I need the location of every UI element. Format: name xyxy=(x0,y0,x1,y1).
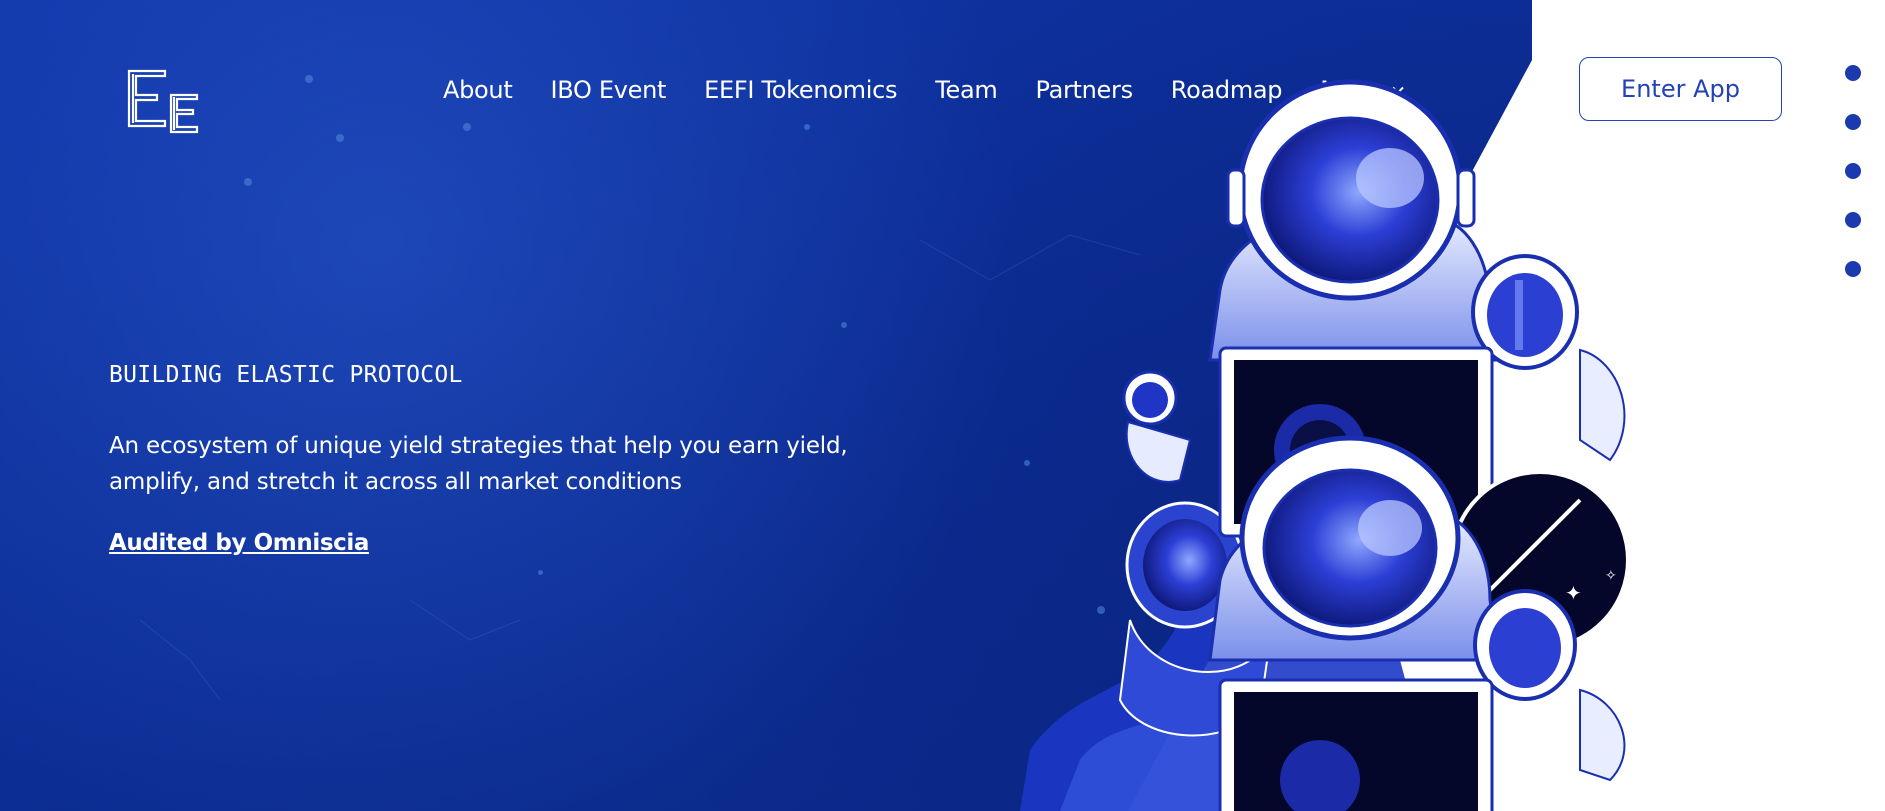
section-dot-3[interactable] xyxy=(1845,163,1861,179)
section-dot-4[interactable] xyxy=(1845,212,1861,228)
nav-ibo-event[interactable]: IBO Event xyxy=(550,76,666,104)
section-dot-2[interactable] xyxy=(1845,114,1861,130)
ee-logo[interactable] xyxy=(127,69,201,135)
nav-about[interactable]: About xyxy=(443,76,513,104)
svg-text:✧: ✧ xyxy=(1605,568,1617,584)
svg-text:✦: ✦ xyxy=(1565,581,1582,605)
hero-kicker: BUILDING ELASTIC PROTOCOL xyxy=(109,362,463,388)
nav-eefi-tokenomics[interactable]: EEFI Tokenomics xyxy=(704,76,897,104)
enter-app-button[interactable]: Enter App xyxy=(1579,57,1782,121)
landing-page: About IBO Event EEFI Tokenomics Team Par… xyxy=(0,0,1885,811)
section-dot-5[interactable] xyxy=(1845,261,1861,277)
nav-team[interactable]: Team xyxy=(935,76,998,104)
hero-lead: An ecosystem of unique yield strategies … xyxy=(109,433,848,495)
section-nav xyxy=(1845,65,1861,277)
astronaut-illustration: ✦ ✧ xyxy=(1020,79,1630,811)
section-dot-1[interactable] xyxy=(1845,65,1861,81)
audit-link[interactable]: Audited by Omniscia xyxy=(109,530,369,556)
